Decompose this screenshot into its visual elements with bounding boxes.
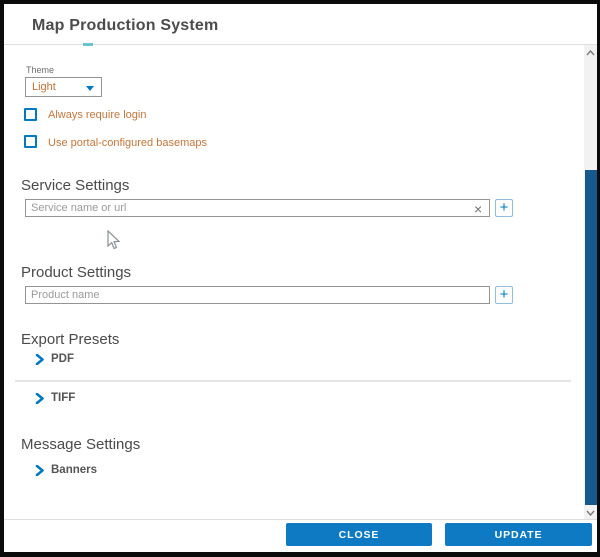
product-settings-heading: Product Settings <box>21 264 131 281</box>
scrollbar-thumb[interactable] <box>585 170 597 505</box>
vertical-scrollbar[interactable] <box>584 45 597 519</box>
always-require-login-label: Always require login <box>48 109 146 121</box>
export-preset-tiff[interactable]: TIFF <box>51 392 75 404</box>
portal-basemaps-label: Use portal-configured basemaps <box>48 137 207 149</box>
export-preset-pdf[interactable]: PDF <box>51 353 74 365</box>
theme-dropdown-value: Light <box>32 81 56 93</box>
chevron-right-icon[interactable] <box>35 354 45 365</box>
close-button[interactable]: CLOSE <box>286 523 432 546</box>
caret-down-icon <box>86 86 94 91</box>
scroll-down-icon[interactable] <box>584 506 597 519</box>
service-settings-heading: Service Settings <box>21 177 129 194</box>
map-production-system-dialog: Map Production System Theme Light Always… <box>4 4 597 552</box>
dialog-title: Map Production System <box>32 17 218 35</box>
message-setting-banners[interactable]: Banners <box>51 464 97 476</box>
mouse-cursor <box>106 230 120 251</box>
add-service-button[interactable]: + <box>495 199 513 217</box>
message-settings-heading: Message Settings <box>21 436 140 453</box>
theme-label: Theme <box>26 65 54 75</box>
theme-dropdown[interactable]: Light <box>25 77 102 97</box>
portal-basemaps-checkbox[interactable] <box>24 135 37 148</box>
add-product-button[interactable]: + <box>495 286 513 304</box>
update-button[interactable]: UPDATE <box>445 523 592 546</box>
service-name-input[interactable] <box>25 199 490 217</box>
product-name-input[interactable] <box>25 286 490 304</box>
chevron-right-icon[interactable] <box>35 393 45 404</box>
always-require-login-checkbox[interactable] <box>24 108 37 121</box>
teal-accent-mark <box>83 43 93 46</box>
preset-divider <box>15 380 571 382</box>
export-presets-heading: Export Presets <box>21 331 119 348</box>
screen: Map Production System Theme Light Always… <box>0 0 600 557</box>
clear-service-input-icon[interactable]: × <box>474 202 482 216</box>
scroll-up-icon[interactable] <box>584 46 597 59</box>
footer-divider <box>4 519 597 520</box>
chevron-right-icon[interactable] <box>35 465 45 476</box>
